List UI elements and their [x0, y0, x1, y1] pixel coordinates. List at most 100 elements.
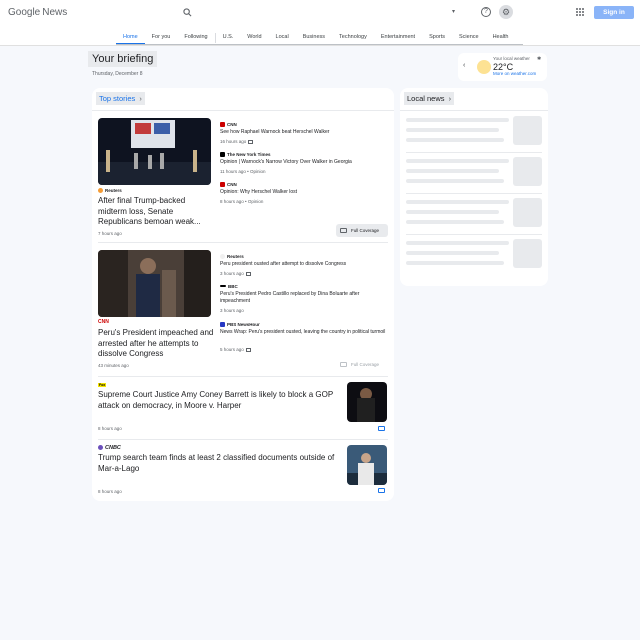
- full-coverage-button[interactable]: Full Coverage: [336, 224, 388, 237]
- cnn-logo-icon: [220, 182, 225, 187]
- story-time: 11 hours ago • Opinion: [220, 169, 266, 174]
- help-icon[interactable]: ?: [481, 7, 491, 17]
- publisher[interactable]: CNN: [220, 182, 237, 187]
- video-icon: [245, 348, 251, 352]
- weather-widget[interactable]: ‹ Your local weather 22°C More on weathe…: [458, 53, 547, 81]
- related-headline[interactable]: Opinion | Warnock's Narrow Victory Over …: [220, 159, 388, 166]
- divider: [92, 110, 394, 111]
- publisher[interactable]: The New York Times: [220, 152, 271, 157]
- tab-for-you[interactable]: For you: [145, 31, 178, 45]
- nyt-logo-icon: [220, 152, 225, 157]
- time-text: 5 hours ago: [220, 347, 244, 352]
- related-headline[interactable]: Opinion: Why Herschel Walker lost: [220, 189, 388, 196]
- related-headline[interactable]: See how Raphael Warnock beat Herschel Wa…: [220, 129, 388, 136]
- publisher-name: Fox: [98, 383, 107, 387]
- full-coverage-icon[interactable]: [378, 426, 385, 431]
- search-input[interactable]: [196, 5, 446, 21]
- story-time: 5 hours ago: [220, 347, 251, 352]
- story-image[interactable]: [347, 382, 387, 422]
- story-time: 16 hours ago: [220, 139, 254, 144]
- publisher[interactable]: Reuters: [220, 254, 244, 259]
- story-time: 43 minutes ago: [98, 363, 129, 368]
- story-headline[interactable]: Supreme Court Justice Amy Coney Barrett …: [98, 390, 338, 411]
- tab-sports[interactable]: Sports: [422, 31, 452, 45]
- skeleton-line: [406, 128, 499, 132]
- chevron-right-icon: ›: [448, 94, 452, 103]
- logo-news: News: [42, 7, 68, 18]
- divider: [98, 439, 388, 440]
- page-title: Your briefing: [88, 51, 158, 67]
- skeleton-line: [406, 200, 509, 204]
- tab-us[interactable]: U.S.: [216, 31, 241, 45]
- story-headline[interactable]: After final Trump-backed midterm loss, S…: [98, 196, 208, 228]
- skeleton-line: [406, 169, 499, 173]
- tab-local[interactable]: Local: [269, 31, 296, 45]
- weather-link[interactable]: More on weather.com: [493, 71, 536, 76]
- search-icon[interactable]: [183, 8, 192, 17]
- divider: [406, 234, 542, 235]
- full-coverage-icon[interactable]: [378, 488, 385, 493]
- local-news-heading[interactable]: Local news ›: [404, 92, 455, 105]
- divider: [406, 193, 542, 194]
- settings-icon[interactable]: ⚙: [499, 5, 513, 19]
- tab-science[interactable]: Science: [452, 31, 486, 45]
- tab-entertainment[interactable]: Entertainment: [374, 31, 422, 45]
- story-time: 8 hours ago: [98, 426, 122, 431]
- publisher[interactable]: PBS NewsHour: [220, 322, 260, 327]
- publisher[interactable]: Fox: [98, 382, 107, 387]
- skeleton-thumb: [513, 239, 542, 268]
- top-stories-heading[interactable]: Top stories ›: [96, 92, 145, 105]
- cnbc-logo-icon: [98, 445, 103, 450]
- publisher[interactable]: Reuters: [98, 188, 122, 193]
- chevron-left-icon[interactable]: ‹: [463, 62, 465, 69]
- full-coverage-label: Full Coverage: [351, 362, 380, 367]
- apps-grid-icon[interactable]: [576, 8, 584, 16]
- publisher[interactable]: CNBC: [98, 445, 121, 451]
- briefing-date: Thursday, December 8: [92, 71, 143, 77]
- weather-label: Your local weather: [493, 56, 530, 61]
- tab-world[interactable]: World: [240, 31, 268, 45]
- tab-health[interactable]: Health: [486, 31, 516, 45]
- full-coverage-label: Full Coverage: [351, 228, 380, 233]
- video-icon: [248, 140, 254, 144]
- publisher[interactable]: CNN: [220, 122, 237, 127]
- skeleton-line: [406, 261, 504, 265]
- publisher-name: Reuters: [227, 254, 244, 259]
- story-time: 8 hours ago: [98, 489, 122, 494]
- related-headline[interactable]: News Wrap: Peru's president ousted, leav…: [220, 329, 388, 336]
- full-coverage-button[interactable]: Full Coverage: [336, 358, 388, 371]
- story-time: 3 hours ago: [220, 271, 251, 276]
- divider: [98, 242, 388, 243]
- publisher-name: The New York Times: [227, 152, 271, 157]
- tab-home[interactable]: Home: [116, 31, 145, 45]
- story-time: 7 hours ago: [98, 231, 122, 236]
- story-image[interactable]: [98, 118, 211, 185]
- reuters-logo-icon: [220, 254, 225, 259]
- tab-technology[interactable]: Technology: [332, 31, 374, 45]
- publisher-name: CNN: [98, 319, 109, 325]
- story-image[interactable]: [347, 445, 387, 485]
- story-image[interactable]: [98, 250, 211, 317]
- tab-business[interactable]: Business: [296, 31, 332, 45]
- skeleton-line: [406, 241, 509, 245]
- publisher[interactable]: CNN: [98, 319, 109, 325]
- story-headline[interactable]: Peru's President impeached and arrested …: [98, 328, 216, 360]
- story-time: 3 hours ago: [220, 308, 244, 313]
- tab-following[interactable]: Following: [177, 31, 214, 45]
- publisher-name: CNBC: [105, 445, 121, 451]
- local-news-card: Local news ›: [400, 88, 548, 286]
- cnn-logo-icon: [220, 122, 225, 127]
- skeleton-line: [406, 118, 509, 122]
- story-headline[interactable]: Trump search team finds at least 2 class…: [98, 453, 343, 474]
- publisher-name: PBS NewsHour: [227, 322, 260, 327]
- google-news-logo[interactable]: Google News: [8, 7, 67, 18]
- skeleton-line: [406, 138, 504, 142]
- publisher[interactable]: BBC: [220, 284, 238, 289]
- expand-icon[interactable]: ✱: [537, 56, 541, 62]
- sign-in-button[interactable]: Sign in: [594, 6, 634, 19]
- related-headline[interactable]: Peru president ousted after attempt to d…: [220, 261, 388, 268]
- story-time: 8 hours ago • Opinion: [220, 199, 264, 204]
- chevron-down-icon[interactable]: ▾: [452, 8, 455, 15]
- related-headline[interactable]: Peru's President Pedro Castillo replaced…: [220, 291, 388, 305]
- publisher-name: CNN: [227, 122, 237, 127]
